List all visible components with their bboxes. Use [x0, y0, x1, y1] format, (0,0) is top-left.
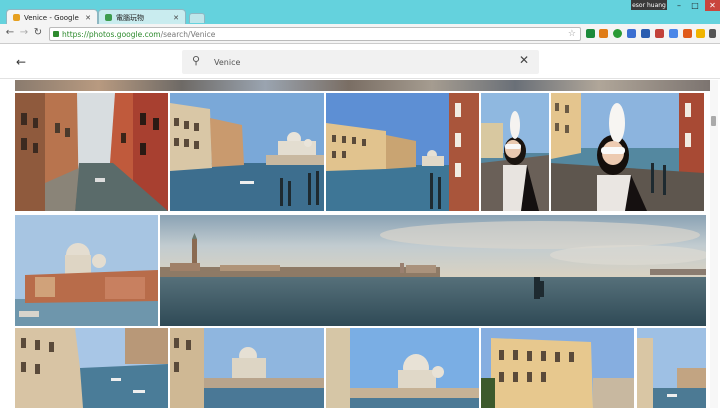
search-header: ← ⚲ ✕ — [0, 44, 720, 79]
profile-chip[interactable]: esor huang — [631, 0, 667, 10]
tab-title: 電腦玩物 — [116, 13, 144, 22]
photo-venice-canal-boats[interactable] — [15, 328, 168, 408]
extension-icon[interactable] — [641, 29, 650, 38]
tab-close-icon[interactable]: ✕ — [85, 14, 91, 22]
photo-venice-grand-canal-1[interactable] — [170, 93, 324, 211]
address-bar[interactable]: https://photos.google.com/search/Venice … — [49, 27, 581, 41]
page-scrollbar[interactable] — [710, 80, 718, 408]
extension-icon[interactable] — [586, 29, 595, 38]
photo-venice-canal-3[interactable] — [637, 328, 706, 408]
photo-venice-salute-2[interactable] — [170, 328, 324, 408]
close-window-button[interactable]: ✕ — [705, 0, 720, 11]
photo-venice-canal-street[interactable] — [15, 93, 168, 211]
photo-venice-palace[interactable] — [481, 328, 634, 408]
url-host: https://photos.google.com — [62, 29, 161, 39]
extension-icon[interactable] — [669, 29, 678, 38]
search-box[interactable]: ⚲ ✕ — [182, 50, 539, 74]
photo-venice-salute-3[interactable] — [326, 328, 479, 408]
photo-venice-masked-woman-2[interactable] — [551, 93, 704, 211]
new-tab-button[interactable] — [189, 13, 205, 23]
tab-playpcesor[interactable]: 電腦玩物 ✕ — [98, 9, 186, 25]
tab-google-photos[interactable]: Venice - Google 相簿 ✕ — [6, 9, 98, 25]
photo-venice-masked-woman-1[interactable] — [481, 93, 549, 211]
extension-icon[interactable] — [599, 29, 608, 38]
forward-button[interactable]: → — [18, 27, 30, 38]
back-button[interactable]: ← — [4, 27, 16, 38]
extension-icon[interactable] — [627, 29, 636, 38]
browser-window: Venice - Google 相簿 ✕ 電腦玩物 ✕ esor huang –… — [0, 0, 720, 408]
site-icon — [105, 14, 112, 21]
extension-icon[interactable] — [696, 29, 705, 38]
search-input[interactable] — [214, 54, 494, 70]
url-path: /search/Venice — [160, 29, 216, 39]
reload-button[interactable]: ↻ — [32, 27, 44, 38]
tab-strip: Venice - Google 相簿 ✕ 電腦玩物 ✕ esor huang –… — [0, 0, 720, 25]
maximize-button[interactable]: □ — [688, 1, 702, 10]
back-arrow-icon[interactable]: ← — [16, 55, 26, 69]
minimize-button[interactable]: – — [672, 1, 686, 10]
scrollbar-thumb[interactable] — [711, 116, 716, 126]
google-photos-icon — [13, 14, 20, 21]
extension-icon[interactable] — [613, 29, 622, 38]
photo-venice-grand-canal-2[interactable] — [326, 93, 479, 211]
extension-icon[interactable] — [655, 29, 664, 38]
tab-close-icon[interactable]: ✕ — [173, 14, 179, 22]
lock-icon — [53, 31, 59, 37]
photo-venice-salute-1[interactable] — [15, 215, 158, 326]
chrome-menu-icon[interactable] — [709, 29, 716, 38]
bookmark-star-icon[interactable]: ☆ — [568, 29, 576, 39]
photo-venice-panorama[interactable] — [160, 215, 706, 326]
tab-title: Venice - Google 相簿 — [24, 13, 81, 22]
photos-page: ← ⚲ ✕ — [0, 44, 720, 408]
photo-row-partial[interactable] — [15, 80, 710, 91]
search-icon: ⚲ — [192, 54, 201, 67]
extension-icon[interactable] — [683, 29, 692, 38]
browser-toolbar: ← → ↻ https://photos.google.com/search/V… — [0, 24, 720, 44]
clear-search-icon[interactable]: ✕ — [519, 53, 529, 67]
